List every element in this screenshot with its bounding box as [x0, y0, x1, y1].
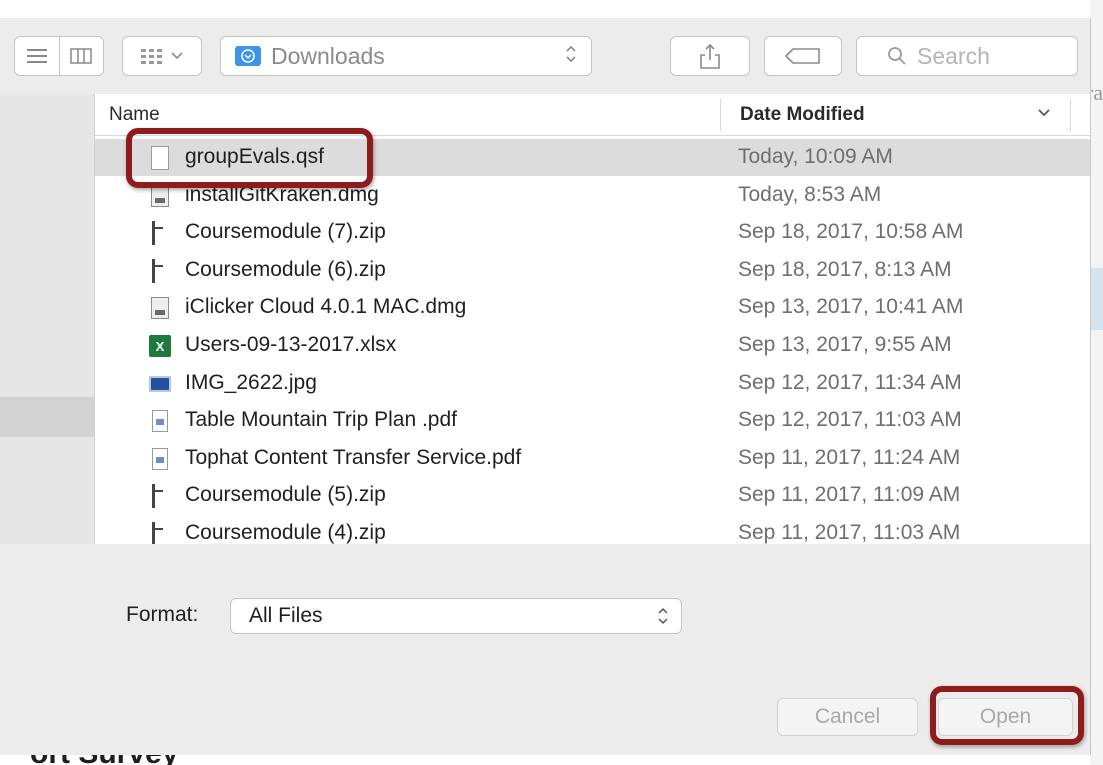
background-panel-fragment [1090, 268, 1103, 330]
list-view-icon [26, 49, 47, 63]
sidebar-selected-item[interactable] [0, 397, 94, 437]
file-row[interactable]: Tophat Content Transfer Service.pdf Sep 1… [95, 440, 1090, 477]
cancel-button[interactable]: Cancel [777, 698, 918, 736]
sidebar [0, 94, 95, 544]
updown-arrows-icon [657, 599, 669, 645]
file-icon-slot [149, 446, 171, 472]
grid-icon [141, 49, 162, 64]
file-row[interactable]: Coursemodule (6).zip Sep 18, 2017, 8:13 A… [95, 252, 1090, 289]
search-placeholder: Search [917, 42, 990, 69]
file-date-modified: Sep 18, 2017, 10:58 AM [738, 220, 964, 244]
sort-chevron-icon[interactable] [1037, 102, 1051, 123]
file-row[interactable]: X Users-09-13-2017.xlsx Sep 13, 2017, 9:55… [95, 327, 1090, 364]
file-name: IMG_2622.jpg [185, 370, 317, 394]
file-icon-slot [149, 521, 171, 544]
file-date-modified: Sep 18, 2017, 8:13 AM [738, 257, 952, 281]
column-divider[interactable] [720, 99, 721, 131]
file-name: iClicker Cloud 4.0.1 MAC.dmg [185, 295, 467, 319]
file-name: Table Mountain Trip Plan .pdf [185, 408, 457, 432]
zip-icon [152, 258, 168, 283]
file-date-modified: Sep 12, 2017, 11:03 AM [738, 408, 962, 432]
date-modified-column-header[interactable]: Date Modified [740, 104, 865, 126]
file-date-modified: Sep 11, 2017, 11:03 AM [738, 521, 961, 544]
view-mode-group [14, 36, 104, 76]
format-select[interactable]: All Files [230, 598, 682, 634]
updown-arrows-icon [565, 44, 577, 69]
file-row[interactable]: Table Mountain Trip Plan .pdf Sep 12, 201… [95, 402, 1090, 439]
format-value: All Files [249, 604, 323, 627]
zip-icon [152, 522, 168, 544]
disk-image-icon [151, 297, 169, 320]
location-popup[interactable]: Downloads [220, 36, 592, 76]
file-date-modified: Today, 8:53 AM [738, 182, 882, 206]
downloads-folder-icon [235, 46, 261, 66]
image-icon [149, 375, 171, 392]
file-row[interactable]: Coursemodule (5).zip Sep 11, 2017, 11:09 … [95, 477, 1090, 514]
file-date-modified: Sep 13, 2017, 9:55 AM [738, 333, 952, 356]
location-label: Downloads [271, 42, 385, 69]
pdf-icon [152, 410, 168, 433]
highlight-file-callout [126, 128, 373, 188]
search-field[interactable]: Search [856, 36, 1078, 76]
column-view-icon [70, 48, 92, 64]
file-row[interactable]: IMG_2622.jpg Sep 12, 2017, 11:34 AM [95, 365, 1090, 402]
file-row[interactable]: Coursemodule (4).zip Sep 11, 2017, 11:03 … [95, 515, 1090, 544]
background-page-edge [1090, 0, 1103, 765]
file-name: Coursemodule (5).zip [185, 483, 386, 507]
share-button[interactable] [670, 36, 750, 76]
format-label: Format: [126, 603, 199, 626]
file-date-modified: Sep 11, 2017, 11:24 AM [738, 445, 961, 469]
file-row[interactable]: iClicker Cloud 4.0.1 MAC.dmg Sep 13, 2017… [95, 289, 1090, 326]
file-icon-slot [149, 371, 171, 397]
column-divider[interactable] [1070, 99, 1071, 131]
file-name: Coursemodule (7).zip [185, 220, 386, 244]
list-view-button[interactable] [15, 37, 59, 75]
file-date-modified: Sep 11, 2017, 11:09 AM [738, 483, 961, 507]
file-name: Coursemodule (4).zip [185, 521, 386, 544]
chevron-down-icon [171, 52, 183, 60]
zip-icon [152, 221, 168, 246]
pdf-icon [152, 447, 168, 470]
file-icon-slot [149, 220, 171, 246]
highlight-open-callout [930, 686, 1084, 745]
column-view-button[interactable] [58, 37, 104, 75]
excel-icon: X [149, 335, 171, 357]
file-icon-slot [149, 258, 171, 284]
file-icon-slot: X [149, 333, 171, 359]
dialog-toolbar: Downloads Search [0, 18, 1090, 94]
file-name: Coursemodule (6).zip [185, 257, 386, 281]
file-icon-slot [149, 295, 171, 321]
file-row[interactable]: Coursemodule (7).zip Sep 18, 2017, 10:58 … [95, 214, 1090, 251]
arrange-menu-button[interactable] [122, 36, 202, 76]
file-icon-slot [149, 408, 171, 434]
name-column-header[interactable]: Name [109, 104, 160, 126]
file-date-modified: Sep 12, 2017, 11:34 AM [738, 370, 962, 394]
file-icon-slot [149, 483, 171, 509]
tag-button[interactable] [764, 36, 842, 76]
tag-icon [785, 48, 820, 64]
search-icon [888, 47, 906, 65]
share-icon [700, 43, 720, 69]
file-name: Users-09-13-2017.xlsx [185, 333, 397, 356]
file-date-modified: Sep 13, 2017, 10:41 AM [738, 295, 964, 319]
file-name: Tophat Content Transfer Service.pdf [185, 445, 522, 469]
file-date-modified: Today, 10:09 AM [738, 145, 893, 168]
zip-icon [152, 484, 168, 509]
